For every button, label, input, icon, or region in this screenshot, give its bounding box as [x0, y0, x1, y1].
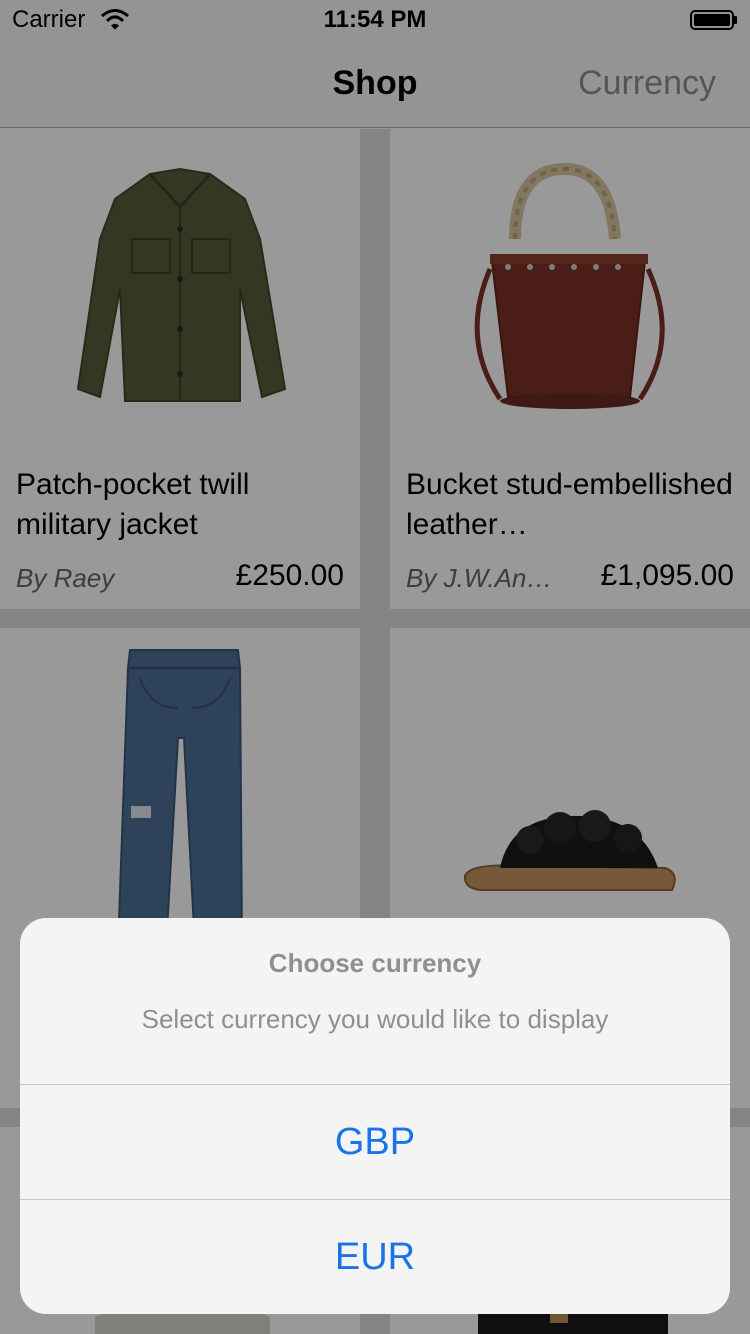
action-sheet-title: Choose currency [268, 948, 482, 978]
action-sheet-message: Select currency you would like to displa… [141, 1004, 609, 1034]
currency-action-sheet: Choose currency Select currency you woul… [20, 918, 730, 1314]
eur-option-button[interactable]: EUR [20, 1200, 730, 1314]
screen: Carrier 11:54 PM Shop Currency Patch-poc… [0, 0, 750, 1334]
gbp-option-button[interactable]: GBP [20, 1085, 730, 1199]
